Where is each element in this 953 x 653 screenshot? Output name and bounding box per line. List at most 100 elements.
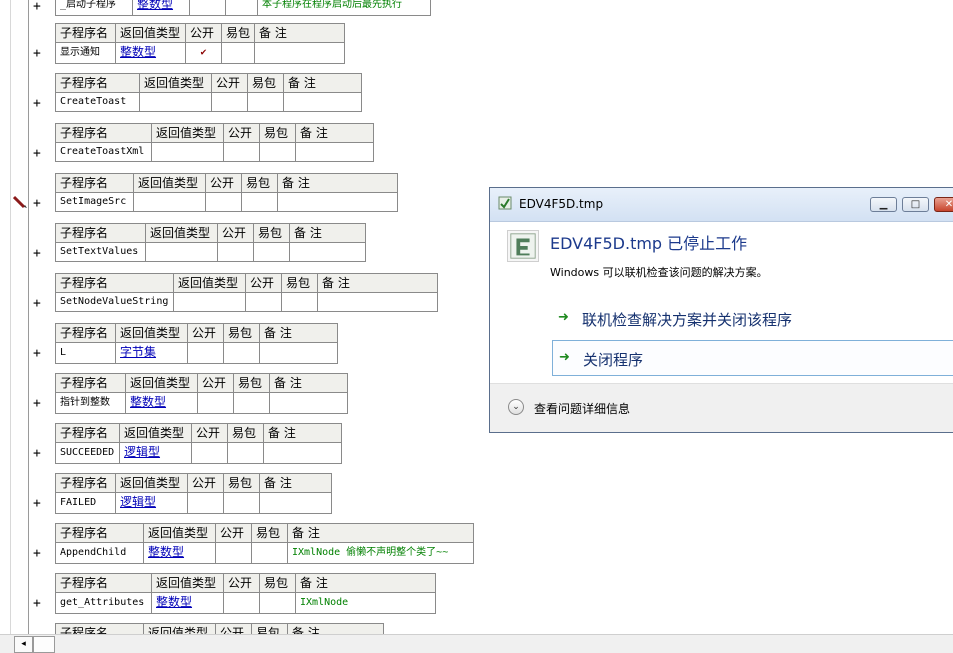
scroll-left-button[interactable]: ◂ [14, 636, 33, 653]
return-type[interactable]: 整数型 [120, 45, 156, 59]
public-cell[interactable] [187, 342, 224, 364]
easy-cell[interactable] [251, 542, 288, 564]
subroutine-name[interactable]: SetImageSrc [55, 192, 134, 212]
dialog-titlebar[interactable]: EDV4F5D.tmp ▁ □ ✕ [490, 188, 953, 222]
remark-cell[interactable] [254, 42, 346, 64]
return-type[interactable]: 整数型 [156, 595, 192, 609]
subroutine-name[interactable]: SetNodeValueString [55, 292, 174, 312]
expand-toggle[interactable]: + [33, 397, 41, 410]
header-remark: 备 注 [289, 223, 366, 243]
return-type[interactable]: 整数型 [137, 0, 173, 11]
close-program-option[interactable]: ➜ 关闭程序 [552, 340, 953, 376]
return-type-cell[interactable]: 字节集 [115, 342, 188, 364]
remark-cell[interactable]: IXmlNode 偷懒不声明整个类了~~ [287, 542, 474, 564]
public-cell[interactable]: ✔ [185, 42, 222, 64]
horizontal-scrollbar[interactable]: ◂ [0, 634, 953, 653]
expand-toggle[interactable]: + [33, 347, 41, 360]
scrollbar-thumb[interactable] [33, 636, 55, 653]
expand-toggle[interactable]: + [33, 247, 41, 260]
remark-cell[interactable] [269, 392, 348, 414]
return-type[interactable]: 逻辑型 [120, 495, 156, 509]
expand-toggle[interactable]: + [33, 0, 41, 13]
return-type-cell[interactable]: 整数型 [115, 42, 186, 64]
expand-toggle[interactable]: + [33, 297, 41, 310]
minimize-button[interactable]: ▁ [870, 197, 897, 212]
expand-toggle[interactable]: + [33, 547, 41, 560]
expand-toggle[interactable]: + [33, 597, 41, 610]
public-cell[interactable] [245, 292, 282, 312]
subroutine-name[interactable]: SetTextValues [55, 242, 146, 262]
easy-cell[interactable] [220, 42, 256, 64]
public-cell[interactable] [223, 142, 260, 162]
easy-cell[interactable] [241, 192, 278, 212]
return-type-cell[interactable]: 整数型 [125, 392, 198, 414]
return-type-cell[interactable] [133, 192, 206, 212]
easy-cell[interactable] [259, 592, 296, 614]
public-cell[interactable] [223, 592, 260, 614]
public-cell[interactable] [191, 442, 228, 464]
return-type-cell[interactable] [173, 292, 246, 312]
subroutine-table: 子程序名 返回值类型 公开 易包备 注 SetImageSrc [55, 173, 398, 212]
public-cell[interactable] [215, 542, 252, 564]
expand-toggle[interactable]: + [33, 497, 41, 510]
return-type-cell[interactable] [151, 142, 224, 162]
remark-cell[interactable] [283, 92, 362, 112]
remark-cell[interactable] [263, 442, 342, 464]
return-type-cell[interactable]: 整数型 [151, 592, 224, 614]
return-type-cell[interactable] [145, 242, 218, 262]
easy-cell[interactable] [247, 92, 284, 112]
maximize-button[interactable]: □ [902, 197, 929, 212]
header-easy: 易包 [259, 573, 296, 593]
remark-cell[interactable] [317, 292, 438, 312]
easy-cell[interactable] [281, 292, 318, 312]
expand-toggle[interactable]: + [33, 97, 41, 110]
expand-toggle[interactable]: + [33, 447, 41, 460]
return-type-cell[interactable]: 逻辑型 [115, 492, 188, 514]
subroutine-name[interactable]: get_Attributes [55, 592, 152, 614]
close-button[interactable]: ✕ [934, 197, 953, 212]
return-type[interactable]: 整数型 [148, 545, 184, 559]
return-type-cell[interactable]: 整数型 [143, 542, 216, 564]
easy-cell[interactable] [223, 492, 260, 514]
subroutine-name[interactable]: _启动子程序 [55, 0, 133, 16]
easy-cell[interactable] [233, 392, 270, 414]
subroutine-name[interactable]: AppendChild [55, 542, 144, 564]
subroutine-name[interactable]: 显示通知 [55, 42, 116, 64]
public-cell[interactable] [189, 0, 226, 16]
subroutine-name[interactable]: CreateToast [55, 92, 140, 112]
easy-cell[interactable] [223, 342, 260, 364]
remark-cell[interactable] [259, 342, 338, 364]
easy-cell[interactable] [227, 442, 264, 464]
public-cell[interactable] [217, 242, 254, 262]
expand-toggle[interactable]: + [33, 147, 41, 160]
remark-cell[interactable] [289, 242, 366, 262]
check-online-option[interactable]: ➜ 联机检查解决方案并关闭该程序 [552, 301, 953, 337]
return-type[interactable]: 字节集 [120, 345, 156, 359]
public-cell[interactable] [197, 392, 234, 414]
public-cell[interactable] [205, 192, 242, 212]
subroutine-name[interactable]: 指针到整数 [55, 392, 126, 414]
return-type[interactable]: 整数型 [130, 395, 166, 409]
remark-cell[interactable] [277, 192, 398, 212]
expand-toggle[interactable]: + [33, 47, 41, 60]
return-type-cell[interactable]: 逻辑型 [119, 442, 192, 464]
subroutine-name[interactable]: SUCCEEDED [55, 442, 120, 464]
header-name: 子程序名 [55, 273, 174, 293]
return-type[interactable]: 逻辑型 [124, 445, 160, 459]
remark-cell[interactable]: IXmlNode [295, 592, 436, 614]
remark-cell[interactable] [295, 142, 374, 162]
subroutine-name[interactable]: L [55, 342, 116, 364]
remark-cell[interactable] [259, 492, 332, 514]
remark-cell[interactable]: 本子程序在程序启动后最先执行 [257, 0, 431, 16]
easy-cell[interactable] [259, 142, 296, 162]
easy-cell[interactable] [225, 0, 258, 16]
expand-toggle[interactable]: + [33, 197, 41, 210]
chevron-down-icon[interactable]: ⌄ [508, 399, 524, 415]
view-details-link[interactable]: 查看问题详细信息 [534, 400, 630, 417]
subroutine-name[interactable]: FAILED [55, 492, 116, 514]
easy-cell[interactable] [253, 242, 290, 262]
return-type-cell[interactable] [139, 92, 212, 112]
subroutine-name[interactable]: CreateToastXml [55, 142, 152, 162]
public-cell[interactable] [211, 92, 248, 112]
public-cell[interactable] [187, 492, 224, 514]
